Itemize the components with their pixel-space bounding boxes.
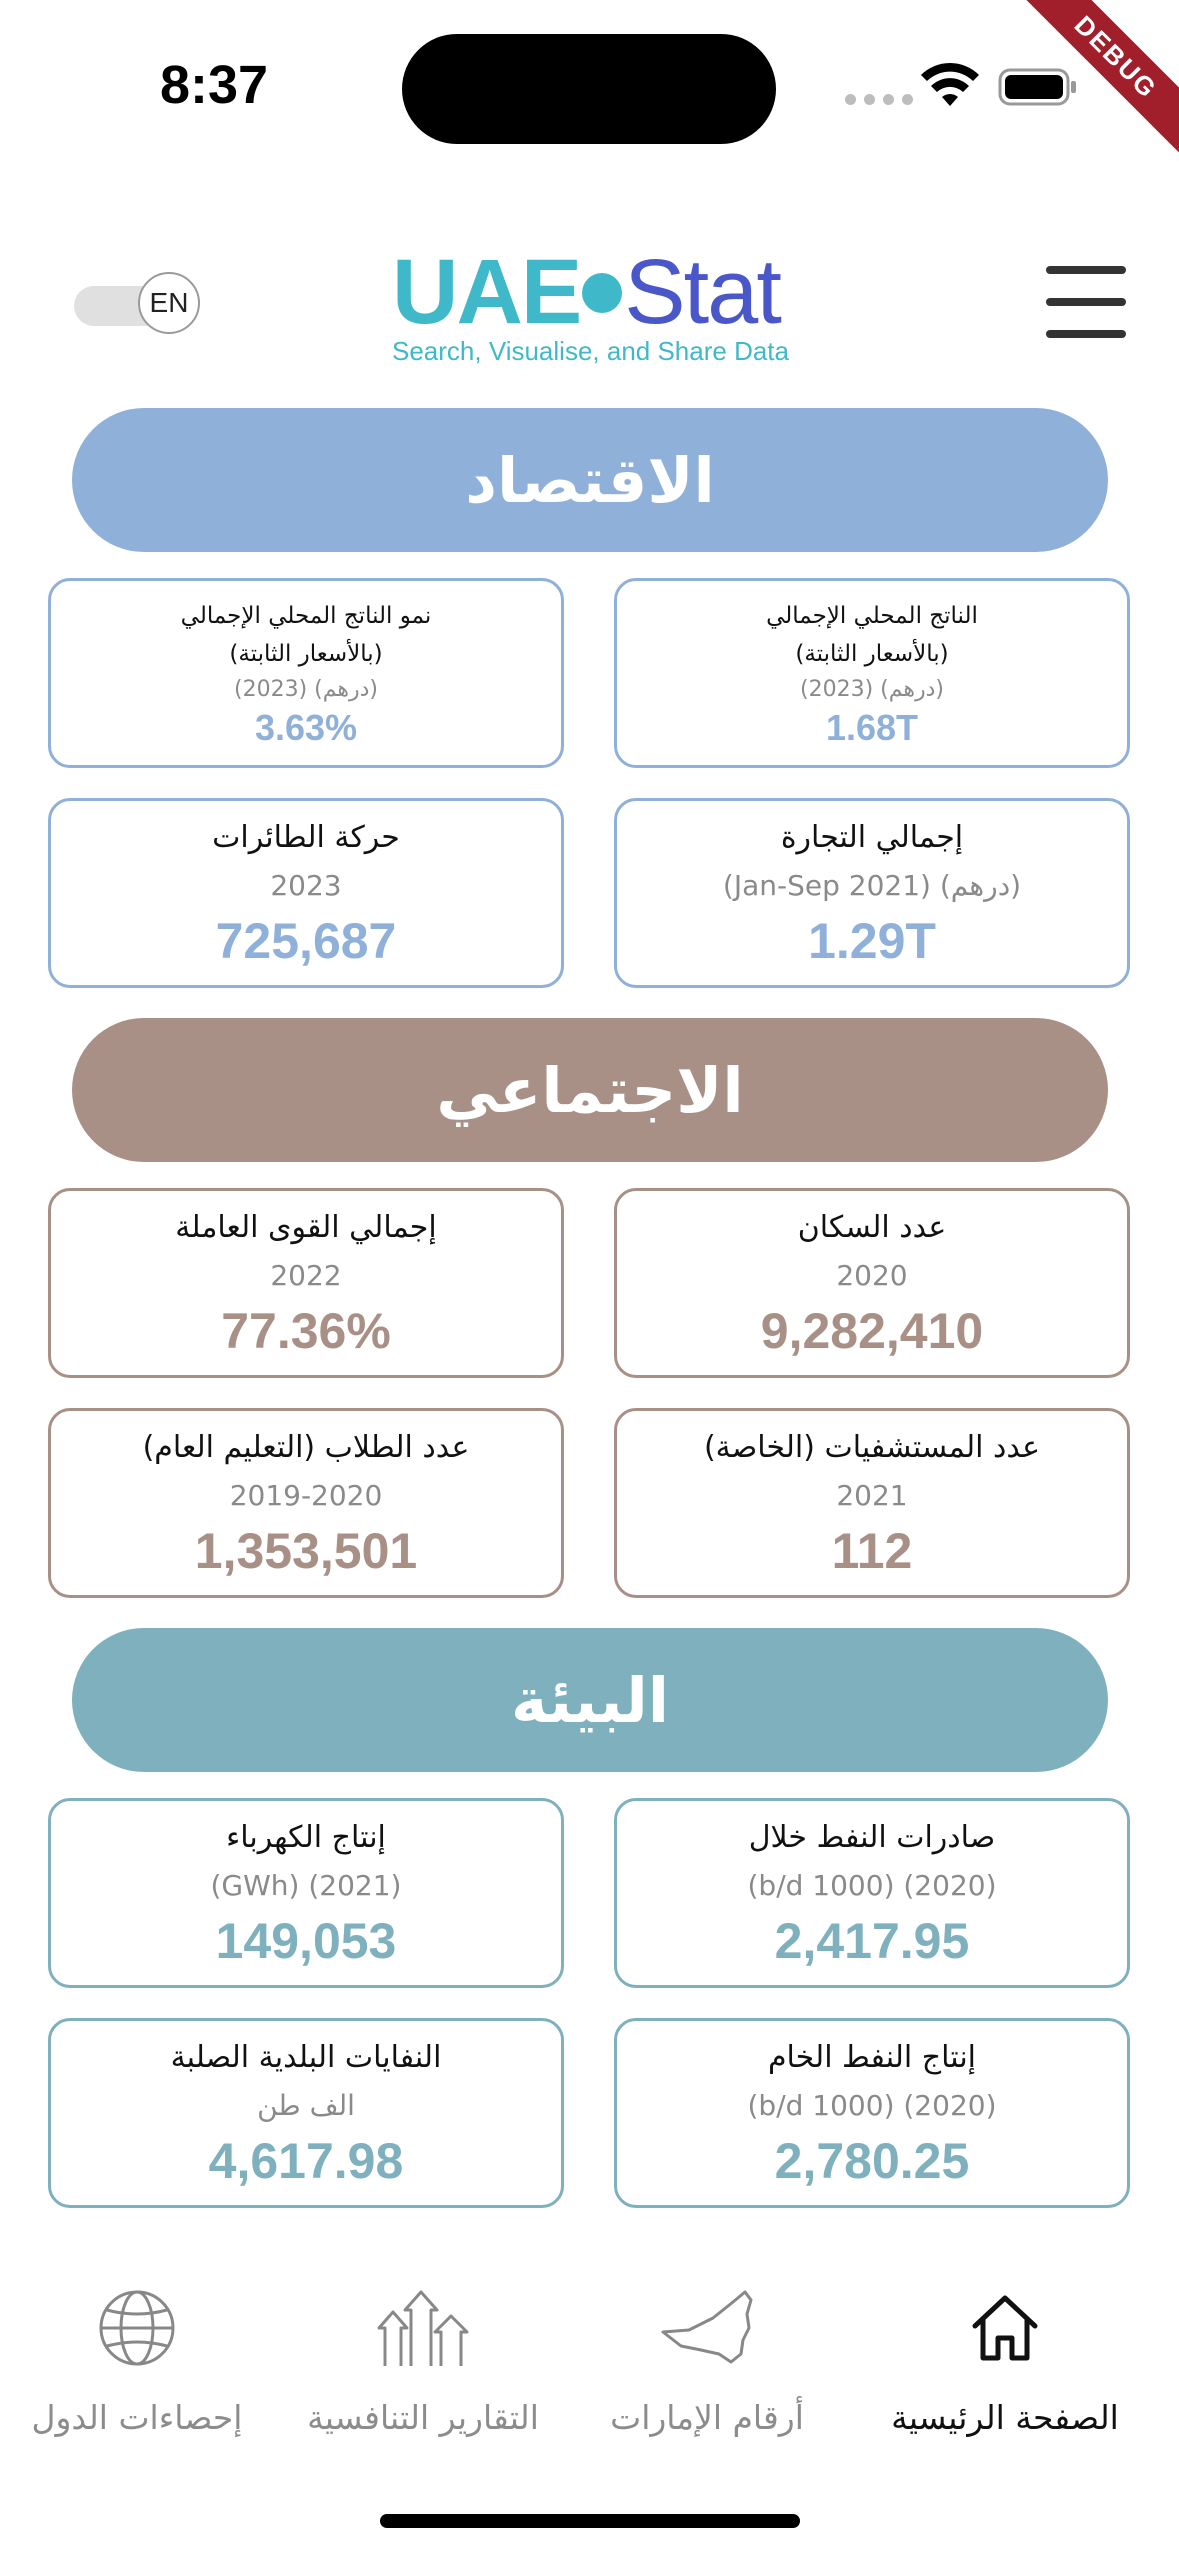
card-title: حركة الطائرات [212, 820, 400, 855]
uae-map-icon [659, 2280, 755, 2376]
card-title: إجمالي القوى العاملة [175, 1210, 437, 1245]
card-value: 1.68T [825, 707, 919, 748]
card-subtitle: (2023) (درهم) [800, 677, 944, 702]
card-value: 1,353,501 [194, 1523, 418, 1579]
nav-label: إحصاءات الدول [31, 2398, 243, 2437]
section-banner-economy[interactable]: الاقتصاد [72, 408, 1108, 552]
card-value: 725,687 [215, 913, 397, 969]
card-title: عدد السكان [797, 1210, 947, 1245]
stat-card-electricity-production[interactable]: إنتاج الكهرباء (GWh) (2021) 149,053 [48, 1798, 564, 1988]
card-value: 2,417.95 [774, 1913, 970, 1969]
stat-card-private-hospitals[interactable]: عدد المستشفيات (الخاصة) 2021 112 [614, 1408, 1130, 1598]
nav-item-country-statistics[interactable]: إحصاءات الدول [0, 2260, 282, 2460]
card-title: إنتاج الكهرباء [226, 1820, 386, 1855]
status-bar: 8:37 DEBUG [0, 0, 1179, 170]
logo-text-stat: Stat [624, 241, 782, 343]
card-title: نمو الناتج المحلي الإجمالي [180, 603, 432, 629]
battery-icon [998, 68, 1076, 106]
card-subtitle: 2022 [270, 1259, 342, 1292]
nav-label: التقارير التنافسية [307, 2398, 539, 2437]
app-header: EN UAE Stat Search, Visualise, and Share … [0, 230, 1179, 370]
card-subtitle: (b/d 1000) (2020) [747, 2089, 997, 2122]
logo-text-uae: UAE [392, 241, 582, 343]
home-indicator[interactable] [380, 2514, 800, 2528]
card-value: 9,282,410 [760, 1303, 984, 1359]
card-title: صادرات النفط خلال [748, 1820, 996, 1855]
dynamic-island [402, 34, 776, 144]
card-title: النفايات البلدية الصلبة [170, 2040, 442, 2075]
language-toggle[interactable]: EN [74, 272, 200, 334]
card-title-line2: (بالأسعار الثابتة) [795, 641, 949, 667]
card-title: إنتاج النفط الخام [767, 2040, 977, 2075]
arrows-up-icon [375, 2280, 471, 2376]
card-value: 4,617.98 [208, 2133, 404, 2189]
card-subtitle: (Jan-Sep 2021) (درهم) [722, 869, 1022, 902]
stat-card-aircraft-movement[interactable]: حركة الطائرات 2023 725,687 [48, 798, 564, 988]
card-subtitle: (GWh) (2021) [210, 1869, 402, 1902]
nav-label: الصفحة الرئيسية [891, 2398, 1119, 2437]
card-subtitle: (2023) (درهم) [234, 677, 378, 702]
card-value: 149,053 [215, 1913, 397, 1969]
card-value: 1.29T [808, 913, 936, 969]
wifi-icon [921, 62, 979, 106]
card-subtitle: (b/d 1000) (2020) [747, 1869, 997, 1902]
card-subtitle: 2019-2020 [229, 1479, 383, 1512]
nav-item-competitive-reports[interactable]: التقارير التنافسية [278, 2260, 568, 2460]
nav-item-uae-numbers[interactable]: أرقام الإمارات [562, 2260, 852, 2460]
uaestat-logo: UAE Stat Search, Visualise, and Share Dat… [392, 242, 792, 382]
card-subtitle: الف طن [257, 2089, 355, 2122]
card-title: الناتج المحلي الإجمالي [766, 603, 978, 629]
bottom-navigation: الصفحة الرئيسية أرقام الإمارات التقارير … [0, 2260, 1179, 2460]
card-title: عدد المستشفيات (الخاصة) [703, 1430, 1041, 1465]
globe-icon [89, 2280, 185, 2376]
stat-card-gdp-growth[interactable]: نمو الناتج المحلي الإجمالي (بالأسعار الث… [48, 578, 564, 768]
status-time: 8:37 [160, 55, 269, 115]
stat-card-students[interactable]: عدد الطلاب (التعليم العام) 2019-2020 1,3… [48, 1408, 564, 1598]
toggle-knob-label: EN [138, 272, 200, 334]
stat-card-crude-oil-production[interactable]: إنتاج النفط الخام (b/d 1000) (2020) 2,78… [614, 2018, 1130, 2208]
stat-card-oil-exports[interactable]: صادرات النفط خلال (b/d 1000) (2020) 2,41… [614, 1798, 1130, 1988]
card-subtitle: 2021 [836, 1479, 908, 1512]
hamburger-menu-icon[interactable] [1046, 266, 1126, 338]
stat-card-municipal-waste[interactable]: النفايات البلدية الصلبة الف طن 4,617.98 [48, 2018, 564, 2208]
stat-card-labour-force[interactable]: إجمالي القوى العاملة 2022 77.36% [48, 1188, 564, 1378]
section-banner-environment[interactable]: البيئة [72, 1628, 1108, 1772]
card-title: عدد الطلاب (التعليم العام) [142, 1430, 470, 1465]
section-banner-social[interactable]: الاجتماعي [72, 1018, 1108, 1162]
stat-card-gdp[interactable]: الناتج المحلي الإجمالي (بالأسعار الثابتة… [614, 578, 1130, 768]
stat-card-total-trade[interactable]: إجمالي التجارة (Jan-Sep 2021) (درهم) 1.2… [614, 798, 1130, 988]
card-value: 3.63% [254, 707, 358, 748]
nav-item-home[interactable]: الصفحة الرئيسية [860, 2260, 1150, 2460]
stat-card-population[interactable]: عدد السكان 2020 9,282,410 [614, 1188, 1130, 1378]
card-value: 112 [831, 1523, 913, 1579]
card-subtitle: 2020 [836, 1259, 908, 1292]
nav-label: أرقام الإمارات [610, 2398, 804, 2437]
cellular-signal-icon [845, 94, 913, 105]
card-title-line2: (بالأسعار الثابتة) [229, 641, 383, 667]
card-title: إجمالي التجارة [780, 820, 964, 855]
card-value: 77.36% [221, 1303, 391, 1359]
home-icon [957, 2280, 1053, 2376]
card-subtitle: 2023 [270, 869, 342, 902]
logo-tagline: Search, Visualise, and Share Data [392, 336, 789, 366]
card-value: 2,780.25 [774, 2133, 970, 2189]
logo-mark-icon [582, 272, 623, 313]
